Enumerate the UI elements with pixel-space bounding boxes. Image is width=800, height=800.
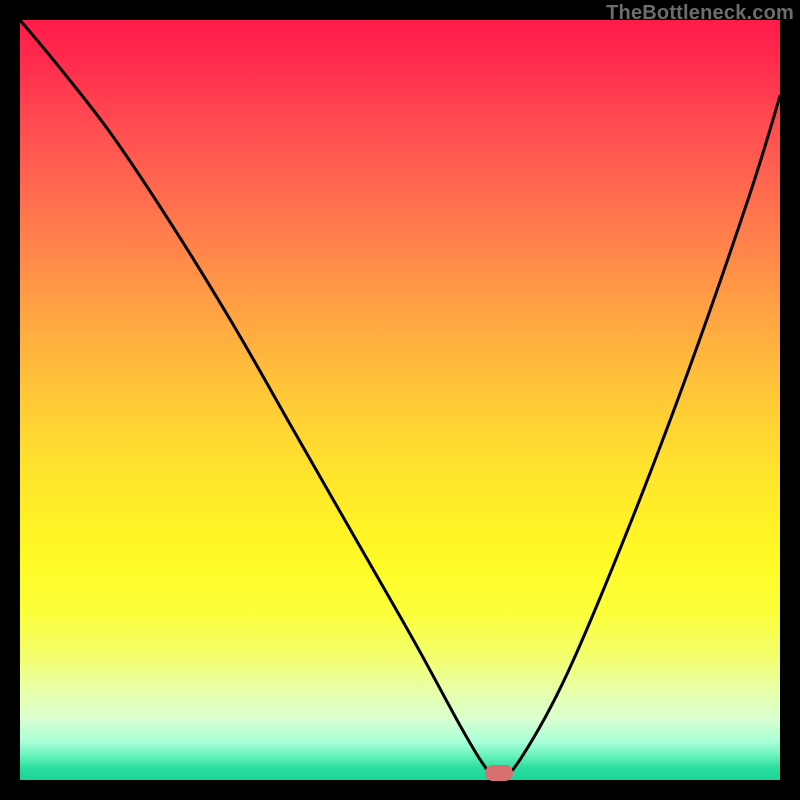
plot-area [20, 20, 780, 780]
chart-container: TheBottleneck.com [0, 0, 800, 800]
bottleneck-curve-path [20, 20, 780, 780]
curve-svg [20, 20, 780, 780]
minimum-marker [485, 765, 513, 781]
